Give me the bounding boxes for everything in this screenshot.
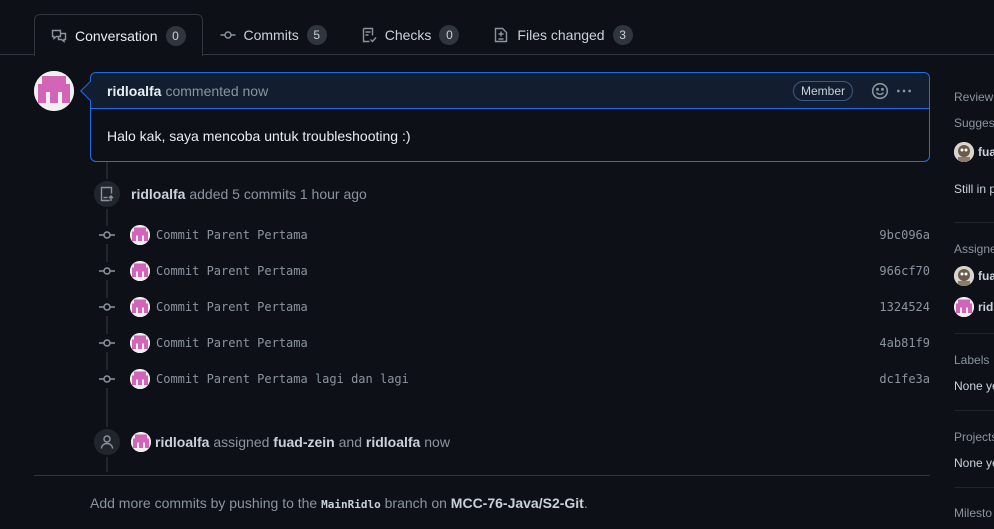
assign-time: now: [424, 434, 450, 450]
commit-row: Commit Parent Pertama 966cf70: [98, 259, 930, 283]
commit-sha[interactable]: 1324524: [879, 300, 930, 314]
review-status: Still in p: [954, 182, 994, 196]
assignee-avatar[interactable]: [954, 266, 974, 286]
tab-counter: 5: [306, 25, 327, 45]
git-commit-icon: [220, 31, 235, 39]
projects-heading[interactable]: Projects: [954, 430, 994, 444]
reviewer-name[interactable]: fua: [978, 145, 994, 159]
assign-actor[interactable]: ridloalfa: [155, 434, 209, 450]
commit-sha[interactable]: 4ab81f9: [879, 336, 930, 350]
comment-header: ridloalfa commented now Member: [91, 73, 929, 109]
commit-row: Commit Parent Pertama 4ab81f9: [98, 331, 930, 355]
comment-author-avatar[interactable]: [34, 71, 74, 111]
commit-sha[interactable]: dc1fe3a: [879, 372, 930, 386]
reviewers-heading[interactable]: Reviewe: [954, 90, 994, 104]
assignee-name[interactable]: fua: [978, 269, 994, 283]
reviewer-avatar[interactable]: [954, 142, 974, 162]
commit-author-avatar[interactable]: [130, 369, 150, 389]
commits-event-text: ridloalfa added 5 commits 1 hour ago: [131, 186, 367, 202]
commits-event-description: added 5 commits 1 hour ago: [189, 186, 367, 202]
git-commit-icon: [98, 370, 116, 388]
commits-event-author[interactable]: ridloalfa: [131, 186, 185, 202]
timeline-end-divider: [34, 475, 930, 476]
file-diff-icon: [495, 27, 508, 43]
tab-label: Commits: [243, 27, 299, 43]
branch-name[interactable]: MainRidlo: [321, 498, 381, 511]
git-commit-icon: [98, 226, 116, 244]
commit-sha[interactable]: 966cf70: [879, 264, 930, 278]
labels-heading[interactable]: Labels: [954, 353, 989, 367]
tab-commits[interactable]: Commits 5: [203, 14, 344, 55]
assignee-link[interactable]: fuad-zein: [273, 434, 334, 450]
git-commit-icon: [98, 298, 116, 316]
pr-tabs: Conversation 0 Commits 5 Checks 0 Files …: [34, 14, 650, 56]
checklist-icon: [362, 27, 377, 43]
assignee-avatar[interactable]: [954, 297, 974, 317]
commit-row: Commit Parent Pertama 9bc096a: [98, 223, 930, 247]
tab-conversation[interactable]: Conversation 0: [34, 14, 203, 56]
assign-event-badge: [92, 427, 122, 457]
commit-message[interactable]: Commit Parent Pertama lagi dan lagi: [156, 372, 879, 386]
comment-author[interactable]: ridloalfa: [107, 83, 161, 99]
kebab-horizontal-icon[interactable]: [895, 82, 913, 100]
assign-actor-avatar[interactable]: [131, 432, 151, 452]
commit-message[interactable]: Commit Parent Pertama: [156, 264, 879, 278]
conversation-icon: [51, 29, 67, 43]
comment-action[interactable]: commented now: [165, 83, 268, 99]
commit-author-avatar[interactable]: [130, 261, 150, 281]
commit-row: Commit Parent Pertama lagi dan lagi dc1f…: [98, 367, 930, 391]
git-commit-icon: [98, 334, 116, 352]
commit-message[interactable]: Commit Parent Pertama: [156, 336, 879, 350]
sidebar-divider: [954, 487, 994, 488]
tab-files-changed[interactable]: Files changed 3: [476, 14, 649, 55]
push-hint-prefix: Add more commits by pushing to the: [90, 495, 318, 511]
commit-message[interactable]: Commit Parent Pertama: [156, 228, 879, 242]
tab-counter: 3: [612, 25, 633, 45]
commit-author-avatar[interactable]: [130, 297, 150, 317]
milestone-heading[interactable]: Milesto: [954, 506, 992, 520]
git-commit-icon: [98, 262, 116, 280]
commit-sha[interactable]: 9bc096a: [879, 228, 930, 242]
comment-body: Halo kak, saya mencoba untuk troubleshoo…: [107, 128, 411, 144]
comment-box: ridloalfa commented now Member Halo kak,…: [80, 72, 930, 162]
member-badge: Member: [792, 80, 853, 101]
repo-link[interactable]: MCC-76-Java/S2-Git: [451, 495, 584, 511]
assignee-name[interactable]: ridl: [978, 300, 994, 314]
tab-label: Files changed: [517, 27, 605, 43]
tab-counter: 0: [165, 25, 186, 46]
push-event-badge: [92, 179, 122, 209]
repo-push-icon: [100, 186, 114, 202]
commit-row: Commit Parent Pertama 1324524: [98, 295, 930, 319]
push-hint-suffix: .: [583, 495, 588, 511]
tab-label: Checks: [384, 27, 432, 43]
labels-value: None ye: [954, 379, 994, 393]
assign-conjunction: and: [338, 434, 362, 450]
smiley-icon[interactable]: [871, 82, 889, 100]
tab-label: Conversation: [75, 27, 158, 44]
commit-author-avatar[interactable]: [130, 333, 150, 353]
tab-checks[interactable]: Checks 0: [344, 14, 477, 55]
assign-verb: assigned: [213, 434, 270, 450]
assign-event-text: ridloalfa assigned fuad-zein and ridloal…: [155, 434, 450, 450]
projects-value: None ye: [954, 456, 994, 470]
commit-author-avatar[interactable]: [130, 225, 150, 245]
sidebar: Reviewe Sugges fua Still in p Assigne fu…: [954, 0, 994, 529]
person-icon: [100, 435, 114, 449]
commit-message[interactable]: Commit Parent Pertama: [156, 300, 879, 314]
sidebar-divider: [954, 410, 994, 411]
tab-counter: 0: [439, 25, 460, 45]
push-hint-mid: branch on: [384, 495, 447, 511]
sidebar-divider: [954, 333, 994, 334]
suggested-reviewers-label: Sugges: [954, 116, 994, 130]
push-hint: Add more commits by pushing to the MainR…: [90, 495, 588, 511]
assignees-heading[interactable]: Assigne: [954, 242, 994, 256]
sidebar-divider: [954, 222, 994, 223]
assignee-link[interactable]: ridloalfa: [366, 434, 420, 450]
